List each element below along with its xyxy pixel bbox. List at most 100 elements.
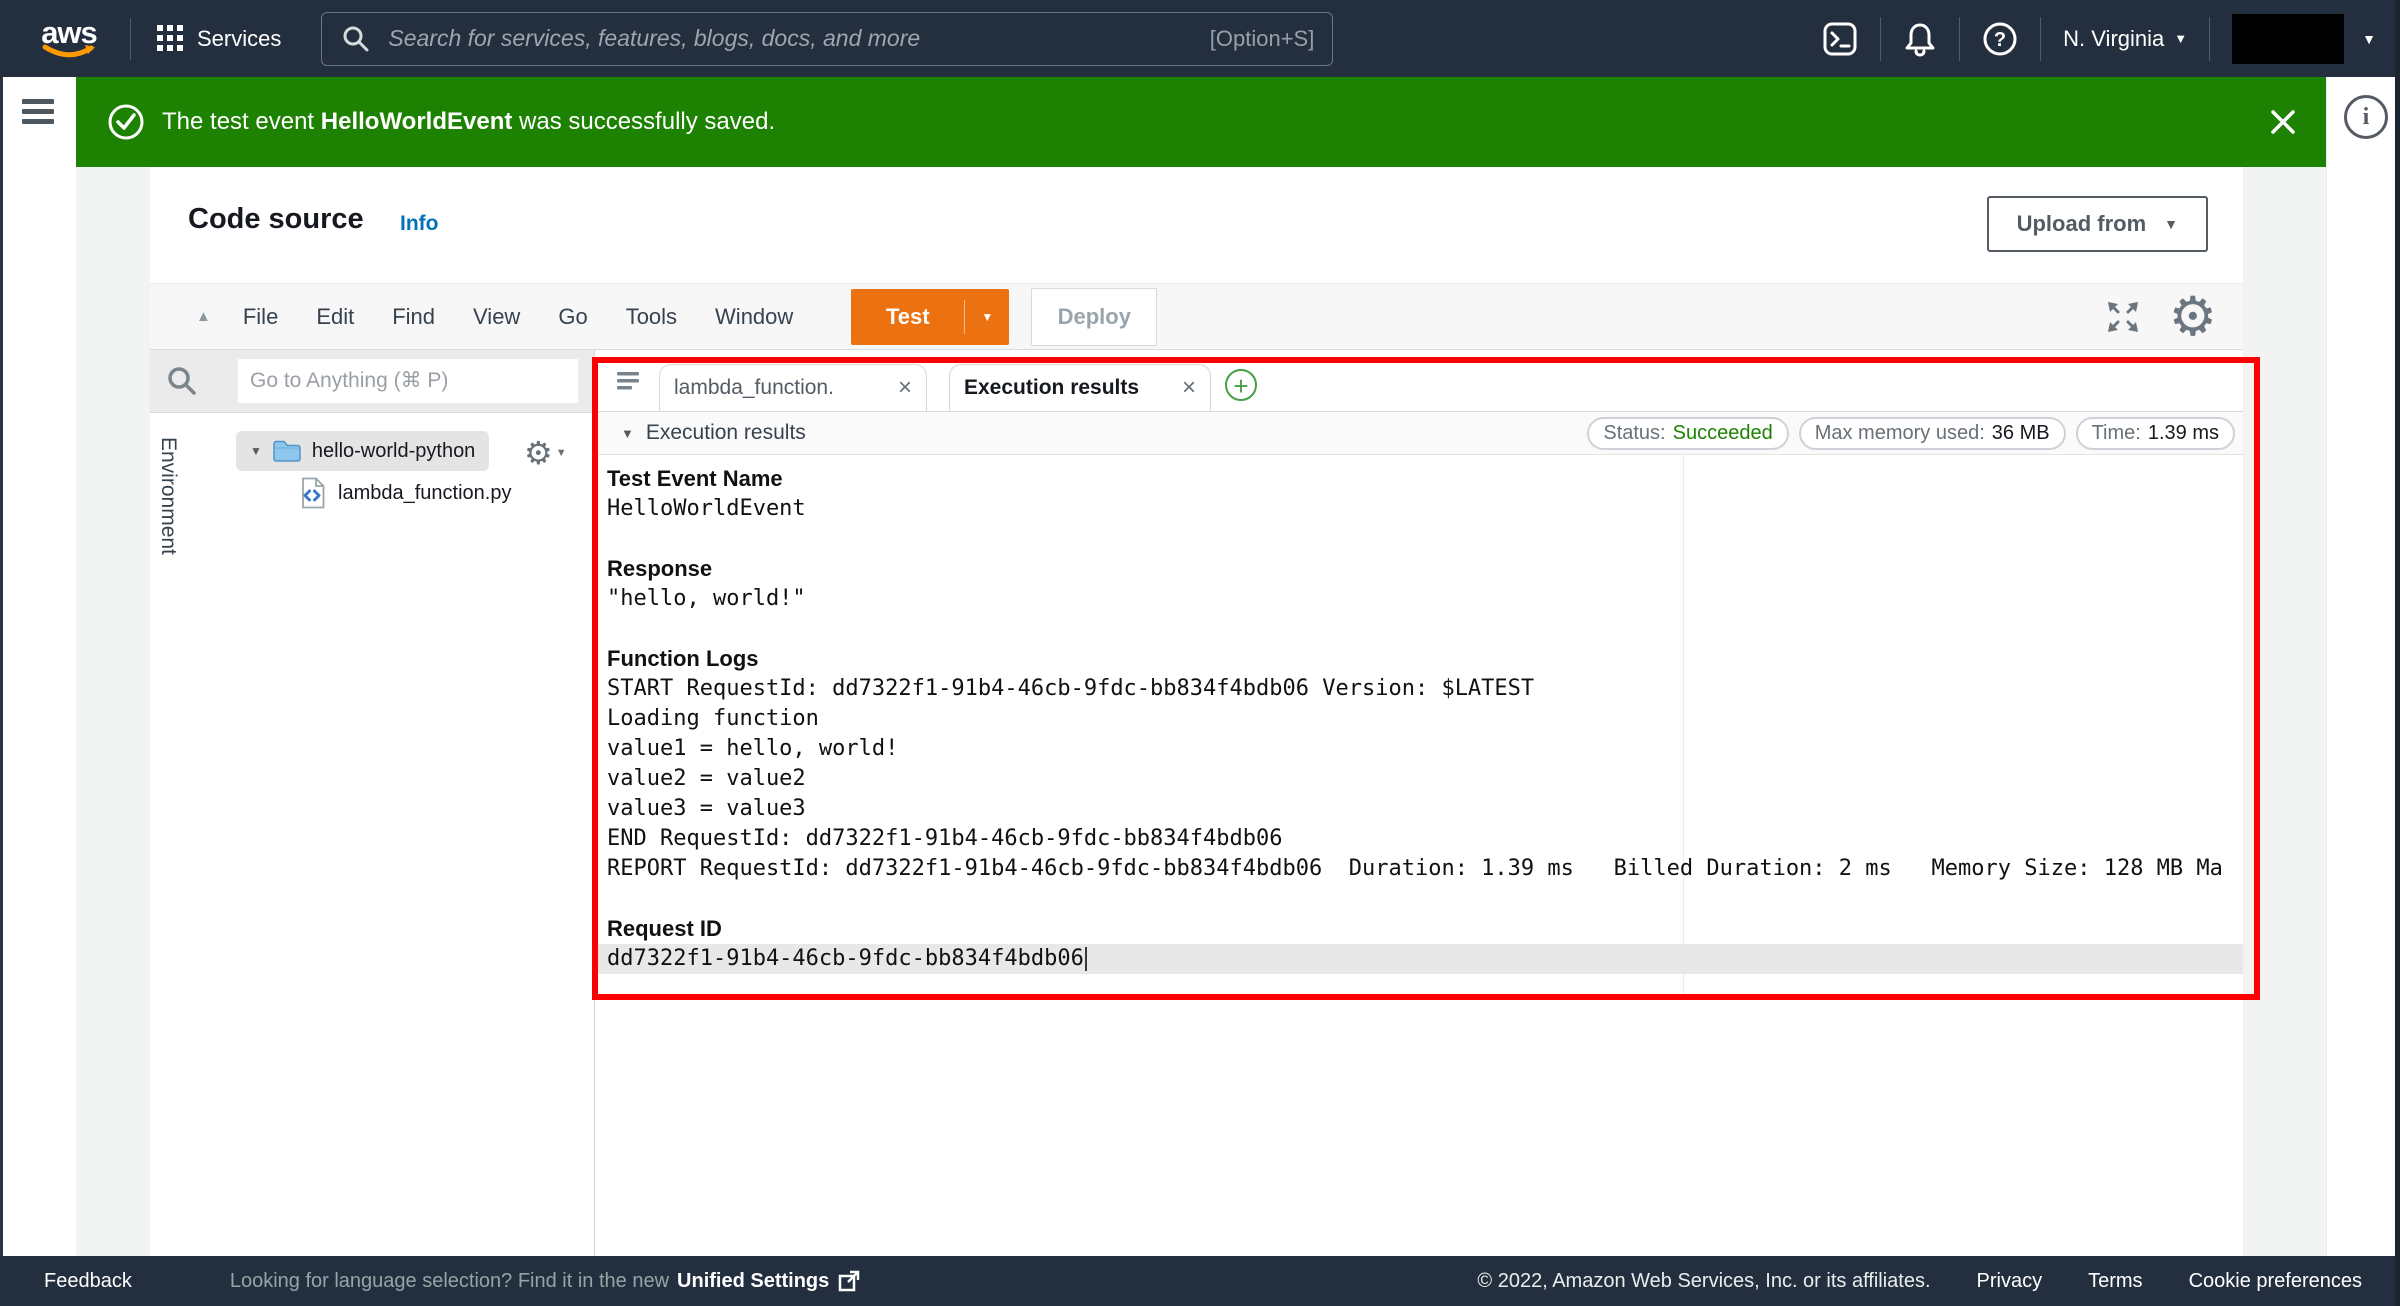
close-icon[interactable]: [2268, 107, 2298, 137]
aws-logo-text: aws: [41, 14, 98, 50]
result-section-header: Response: [607, 556, 713, 581]
menu-item-file[interactable]: File: [243, 304, 278, 330]
success-banner: The test event HelloWorldEvent was succe…: [76, 77, 2326, 167]
language-notice: Looking for language selection? Find it …: [230, 1269, 861, 1293]
log-line: HelloWorldEvent: [607, 496, 806, 521]
log-line: Loading function: [607, 706, 819, 731]
menu-items: File Edit Find View Go Tools Window: [243, 304, 793, 330]
request-id-line: dd7322f1-91b4-46cb-9fdc-bb834f4bdb06: [595, 944, 2243, 974]
privacy-link[interactable]: Privacy: [1977, 1270, 2043, 1293]
execution-results-content: Test Event Name HelloWorldEvent Response "…: [595, 455, 2243, 1001]
tree-file-row[interactable]: lambda_function.py: [300, 477, 511, 509]
python-file-icon: [302, 477, 325, 509]
results-title: Execution results: [645, 421, 806, 444]
log-line: END RequestId: dd7322f1-91b4-46cb-9fdc-b…: [607, 826, 1283, 851]
unified-settings-link[interactable]: Unified Settings: [677, 1270, 829, 1293]
account-menu-redacted[interactable]: [2232, 13, 2345, 64]
tree-settings-gear-icon[interactable]: ⚙ ▼: [524, 437, 567, 469]
collapse-panel-icon[interactable]: ▲: [196, 308, 211, 325]
services-menu-button[interactable]: Services: [157, 25, 281, 52]
region-selector[interactable]: N. Virginia ▼: [2063, 26, 2187, 52]
window-right-edge[interactable]: [2395, 0, 2400, 1306]
menu-item-tools[interactable]: Tools: [626, 304, 677, 330]
status-badge: Status: Succeeded: [1587, 416, 1789, 450]
text-cursor: [1084, 947, 1087, 971]
notifications-bell-icon[interactable]: [1903, 21, 1937, 57]
global-search-input[interactable]: [386, 24, 1210, 53]
svg-text:?: ?: [1994, 29, 2006, 51]
log-line: value1 = hello, world!: [607, 736, 899, 761]
environment-tab-label[interactable]: Environment: [156, 437, 180, 555]
terms-link[interactable]: Terms: [2088, 1270, 2142, 1293]
close-icon[interactable]: ×: [898, 374, 912, 402]
footer-bar: Feedback Looking for language selection?…: [0, 1256, 2400, 1306]
log-line: value3 = value3: [607, 796, 806, 821]
test-dropdown-caret-icon[interactable]: ▼: [965, 310, 1009, 324]
result-section-header: Test Event Name: [607, 466, 783, 491]
fullscreen-icon[interactable]: [2103, 297, 2143, 337]
folder-icon: [273, 440, 301, 462]
region-label: N. Virginia: [2063, 25, 2165, 51]
goto-anything-input[interactable]: [238, 359, 578, 403]
chevron-down-icon: ▼: [2164, 216, 2178, 232]
banner-event-name: HelloWorldEvent: [320, 108, 513, 135]
chevron-down-icon: ▼: [2174, 31, 2188, 46]
time-badge: Time: 1.39 ms: [2075, 416, 2235, 450]
search-icon: [168, 367, 196, 395]
memory-badge: Max memory used: 36 MB: [1798, 416, 2066, 450]
tree-folder-row[interactable]: ▼ hello-world-python: [236, 431, 490, 471]
right-help-strip: [2326, 77, 2396, 1256]
grid-icon: [157, 25, 183, 51]
tab-lambda-function[interactable]: lambda_function. ×: [659, 364, 927, 411]
log-lines: Test Event Name HelloWorldEvent Response "…: [595, 464, 2243, 974]
menu-item-edit[interactable]: Edit: [316, 304, 354, 330]
upload-from-button[interactable]: Upload from ▼: [1986, 196, 2208, 252]
copyright-text: © 2022, Amazon Web Services, Inc. or its…: [1477, 1269, 1931, 1292]
global-search-box[interactable]: [Option+S]: [321, 11, 1334, 66]
log-line: "hello, world!": [607, 586, 806, 611]
tab-list-icon[interactable]: [613, 366, 643, 401]
chevron-down-icon[interactable]: ▼: [2362, 31, 2376, 47]
top-navbar: aws Services [Option+S]: [0, 0, 2400, 77]
page-title: Code source: [188, 203, 364, 235]
deploy-button[interactable]: Deploy: [1031, 287, 1158, 346]
search-shortcut-hint: [Option+S]: [1209, 25, 1315, 51]
workspace: Environment ▼ hello-world-python ⚙▼: [150, 350, 2243, 1256]
cookie-preferences-link[interactable]: Cookie preferences: [2189, 1270, 2362, 1293]
search-icon: [343, 26, 369, 51]
menu-item-find[interactable]: Find: [392, 304, 435, 330]
code-source-card: Code source Info Upload from ▼ ▲ File Edi…: [150, 167, 2243, 1256]
tree-expand-caret-icon[interactable]: ▼: [250, 444, 262, 458]
nav-separator: [2040, 16, 2042, 61]
feedback-link[interactable]: Feedback: [44, 1270, 132, 1293]
editor-pane: lambda_function. × Execution results × +…: [595, 350, 2243, 1256]
hamburger-menu-icon[interactable]: [22, 99, 54, 132]
collapse-results-caret-icon[interactable]: ▼: [621, 426, 634, 441]
success-check-icon: [106, 102, 146, 142]
test-button[interactable]: Test ▼: [851, 288, 1010, 345]
cloudshell-icon[interactable]: [1822, 21, 1858, 57]
result-section-header: Request ID: [607, 916, 722, 941]
results-badges: Status: Succeeded Max memory used: 36 MB T…: [1587, 416, 2235, 450]
info-panel-icon[interactable]: i: [2344, 95, 2388, 139]
tab-execution-results[interactable]: Execution results ×: [949, 364, 1211, 411]
close-icon[interactable]: ×: [1182, 374, 1196, 402]
menu-item-view[interactable]: View: [473, 304, 520, 330]
menu-item-window[interactable]: Window: [715, 304, 793, 330]
settings-gear-icon[interactable]: ⚙: [2169, 289, 2217, 344]
info-link[interactable]: Info: [400, 212, 438, 236]
aws-logo[interactable]: aws: [40, 14, 98, 60]
nav-separator: [1959, 16, 1961, 61]
aws-lambda-console: aws Services [Option+S]: [0, 0, 2400, 1306]
help-icon[interactable]: ?: [1982, 21, 2018, 57]
page-background: Code source Info Upload from ▼ ▲ File Edi…: [76, 167, 2326, 1256]
external-link-icon: [839, 1270, 860, 1292]
navbar-right-group: ? N. Virginia ▼ ▼: [1822, 0, 2376, 77]
execution-results-header: ▼ Execution results Status: Succeeded Max…: [595, 412, 2243, 455]
new-tab-icon[interactable]: +: [1225, 369, 1257, 401]
menu-item-go[interactable]: Go: [558, 304, 587, 330]
window-left-edge: [0, 77, 3, 1256]
